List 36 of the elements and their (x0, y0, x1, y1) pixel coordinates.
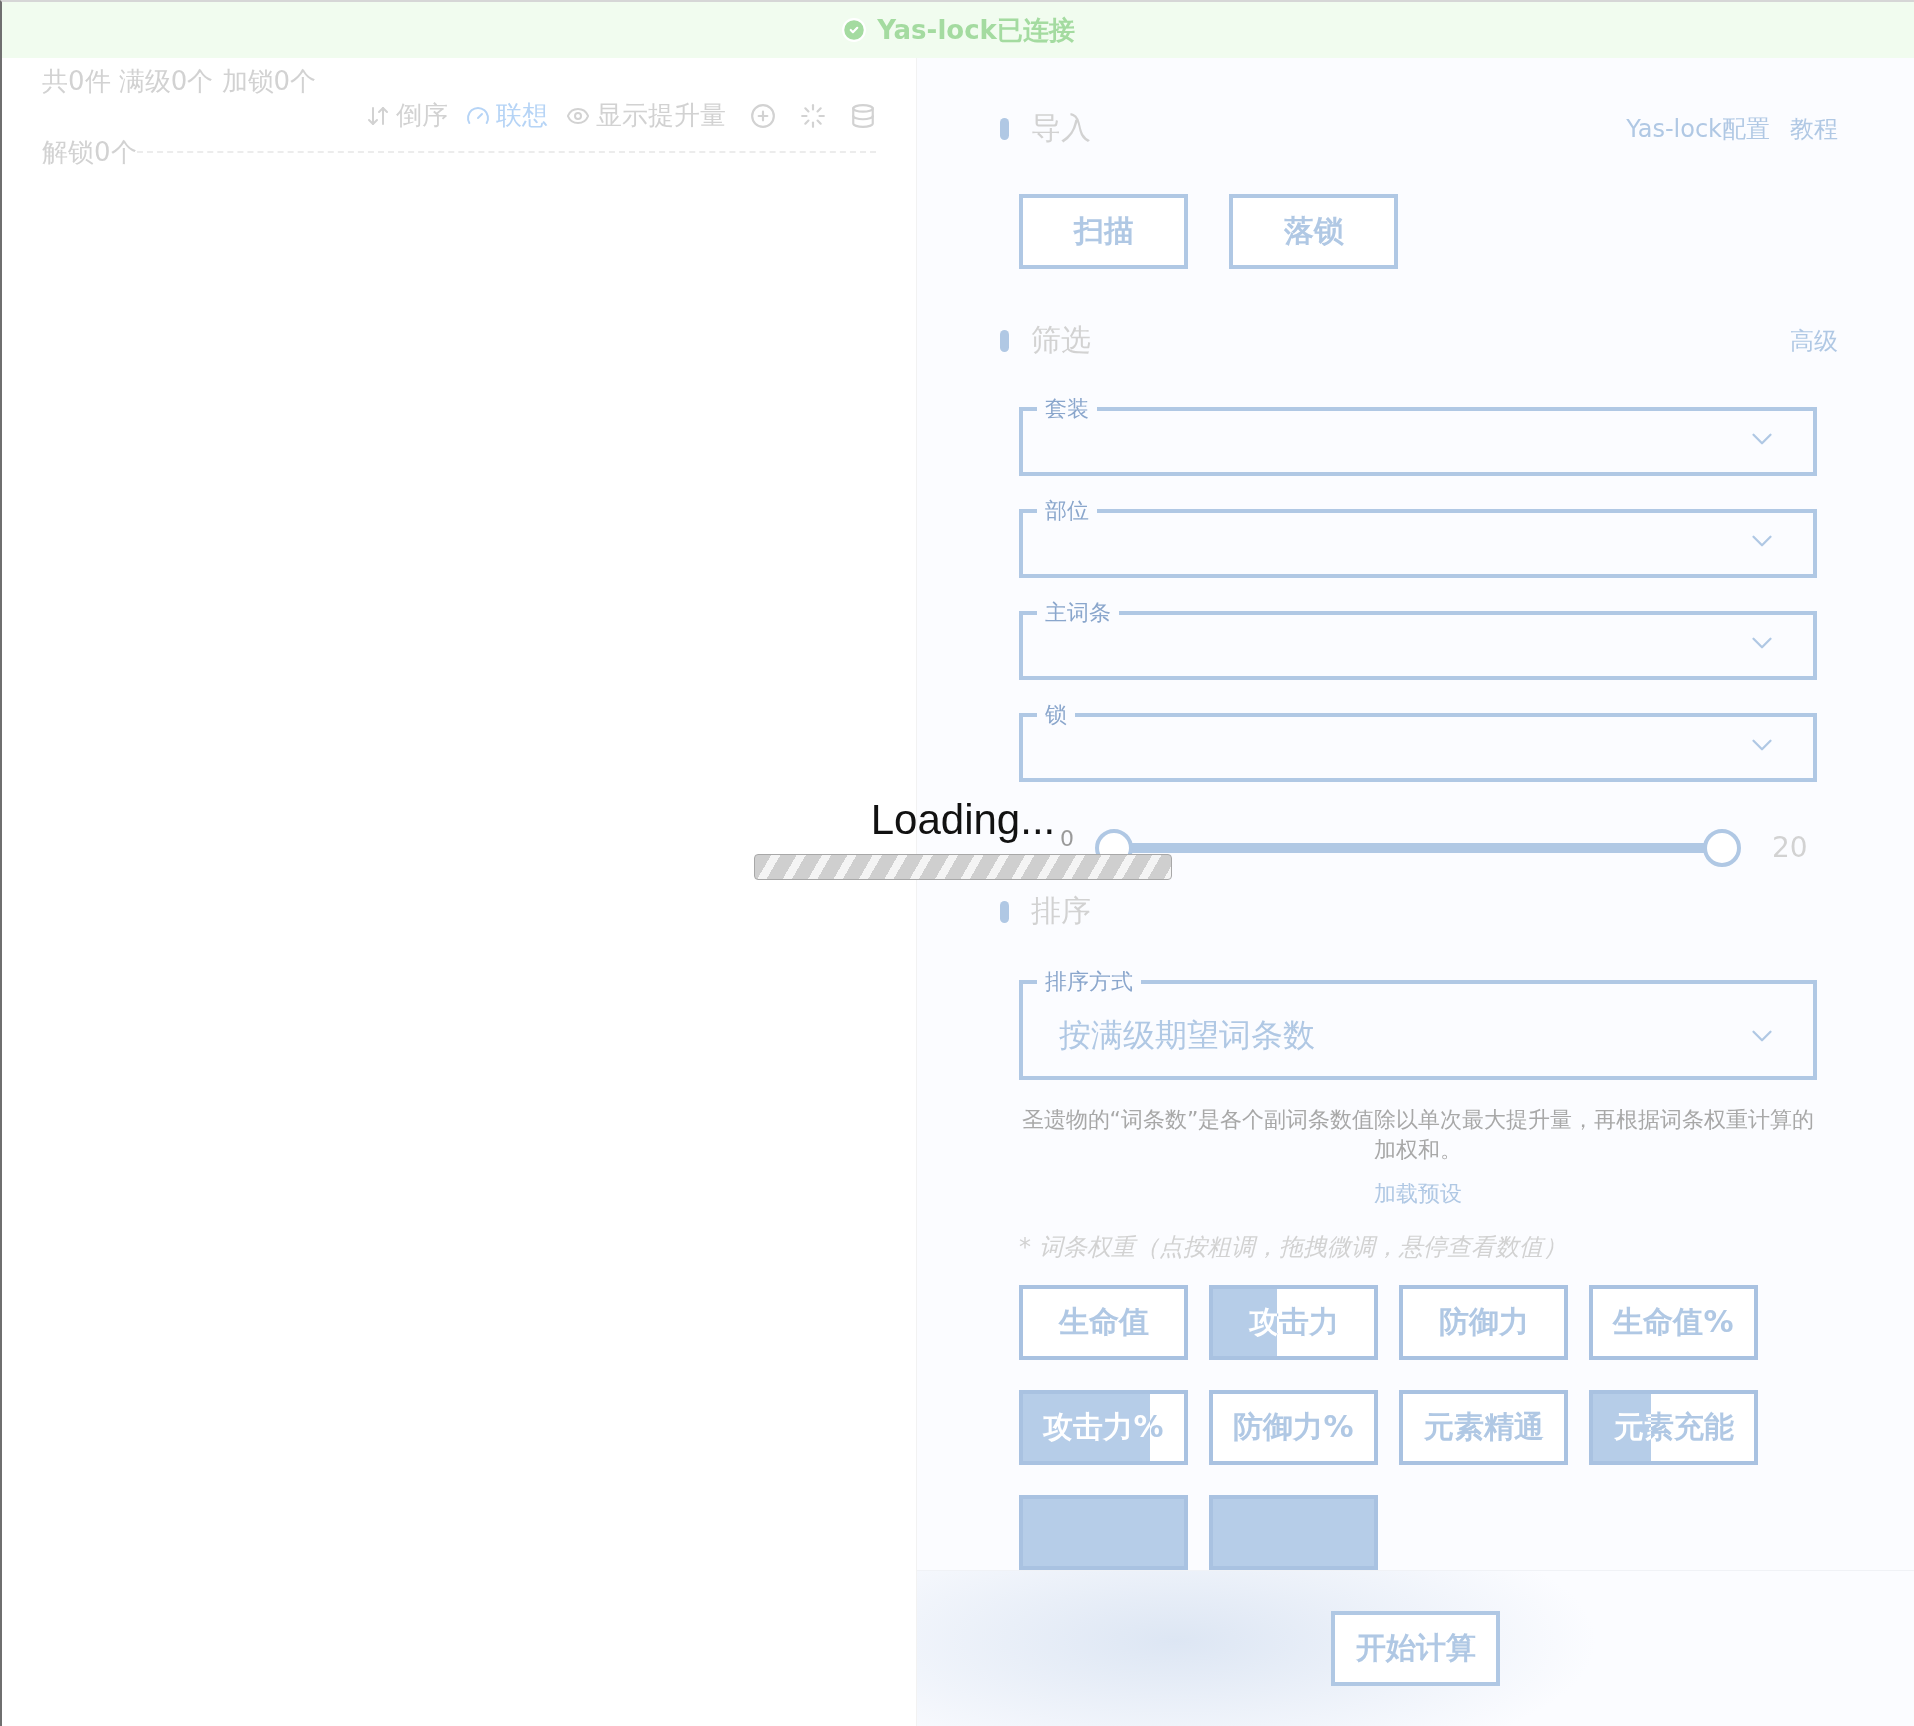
select-label: 套装 (1044, 396, 1090, 422)
sort-description: 圣遗物的“词条数”是各个副词条数值除以单次最大提升量，再根据词条权重计算的加权和。 (1020, 1106, 1816, 1164)
header-link[interactable]: 教程 (1790, 112, 1838, 145)
select-label: 锁 (1044, 702, 1068, 728)
weight-button[interactable]: 防御力% (1209, 1390, 1378, 1465)
filter-select[interactable]: 套装 (1019, 396, 1817, 476)
calculate-button[interactable]: 开始计算 (1331, 1611, 1500, 1686)
sort-select[interactable]: 排序方式 按满级期望词条数 (1019, 969, 1817, 1080)
weight-button[interactable]: 生命值% (1589, 1285, 1758, 1360)
header-link[interactable]: Yas-lock配置 (1626, 112, 1770, 145)
weight-button[interactable]: 生命值 (1019, 1285, 1188, 1360)
weight-button[interactable]: 元素精通 (1399, 1390, 1568, 1465)
slider-thumb[interactable] (1703, 829, 1741, 867)
filter-select[interactable]: 部位 (1019, 498, 1817, 578)
select-label: 主词条 (1044, 600, 1112, 626)
sparkle-icon[interactable] (800, 102, 826, 129)
loading-text: Loading... (870, 796, 1056, 844)
connection-status: Yas-lock已连接 (877, 13, 1075, 47)
section-marker (1000, 117, 1009, 140)
select-label: 部位 (1044, 498, 1090, 524)
section-marker (1000, 329, 1009, 352)
toolbar-toggle[interactable]: 联想 (466, 98, 548, 133)
check-icon (841, 17, 868, 43)
range-min: 0 (1059, 828, 1075, 850)
plus-icon[interactable] (750, 102, 776, 129)
filter-select[interactable]: 锁 (1019, 702, 1817, 782)
import-button[interactable]: 扫描 (1019, 194, 1188, 269)
section-marker (1000, 900, 1009, 923)
weight-button[interactable]: 防御力 (1399, 1285, 1568, 1360)
advanced-link[interactable]: 高级 (1790, 324, 1838, 357)
import-button[interactable]: 落锁 (1229, 194, 1398, 269)
select-label: 排序方式 (1044, 969, 1134, 995)
database-icon[interactable] (850, 102, 876, 129)
preset-link[interactable]: 加载预设 (1374, 1179, 1462, 1209)
filter-select[interactable]: 主词条 (1019, 600, 1817, 680)
select-value: 按满级期望词条数 (1059, 1014, 1316, 1056)
